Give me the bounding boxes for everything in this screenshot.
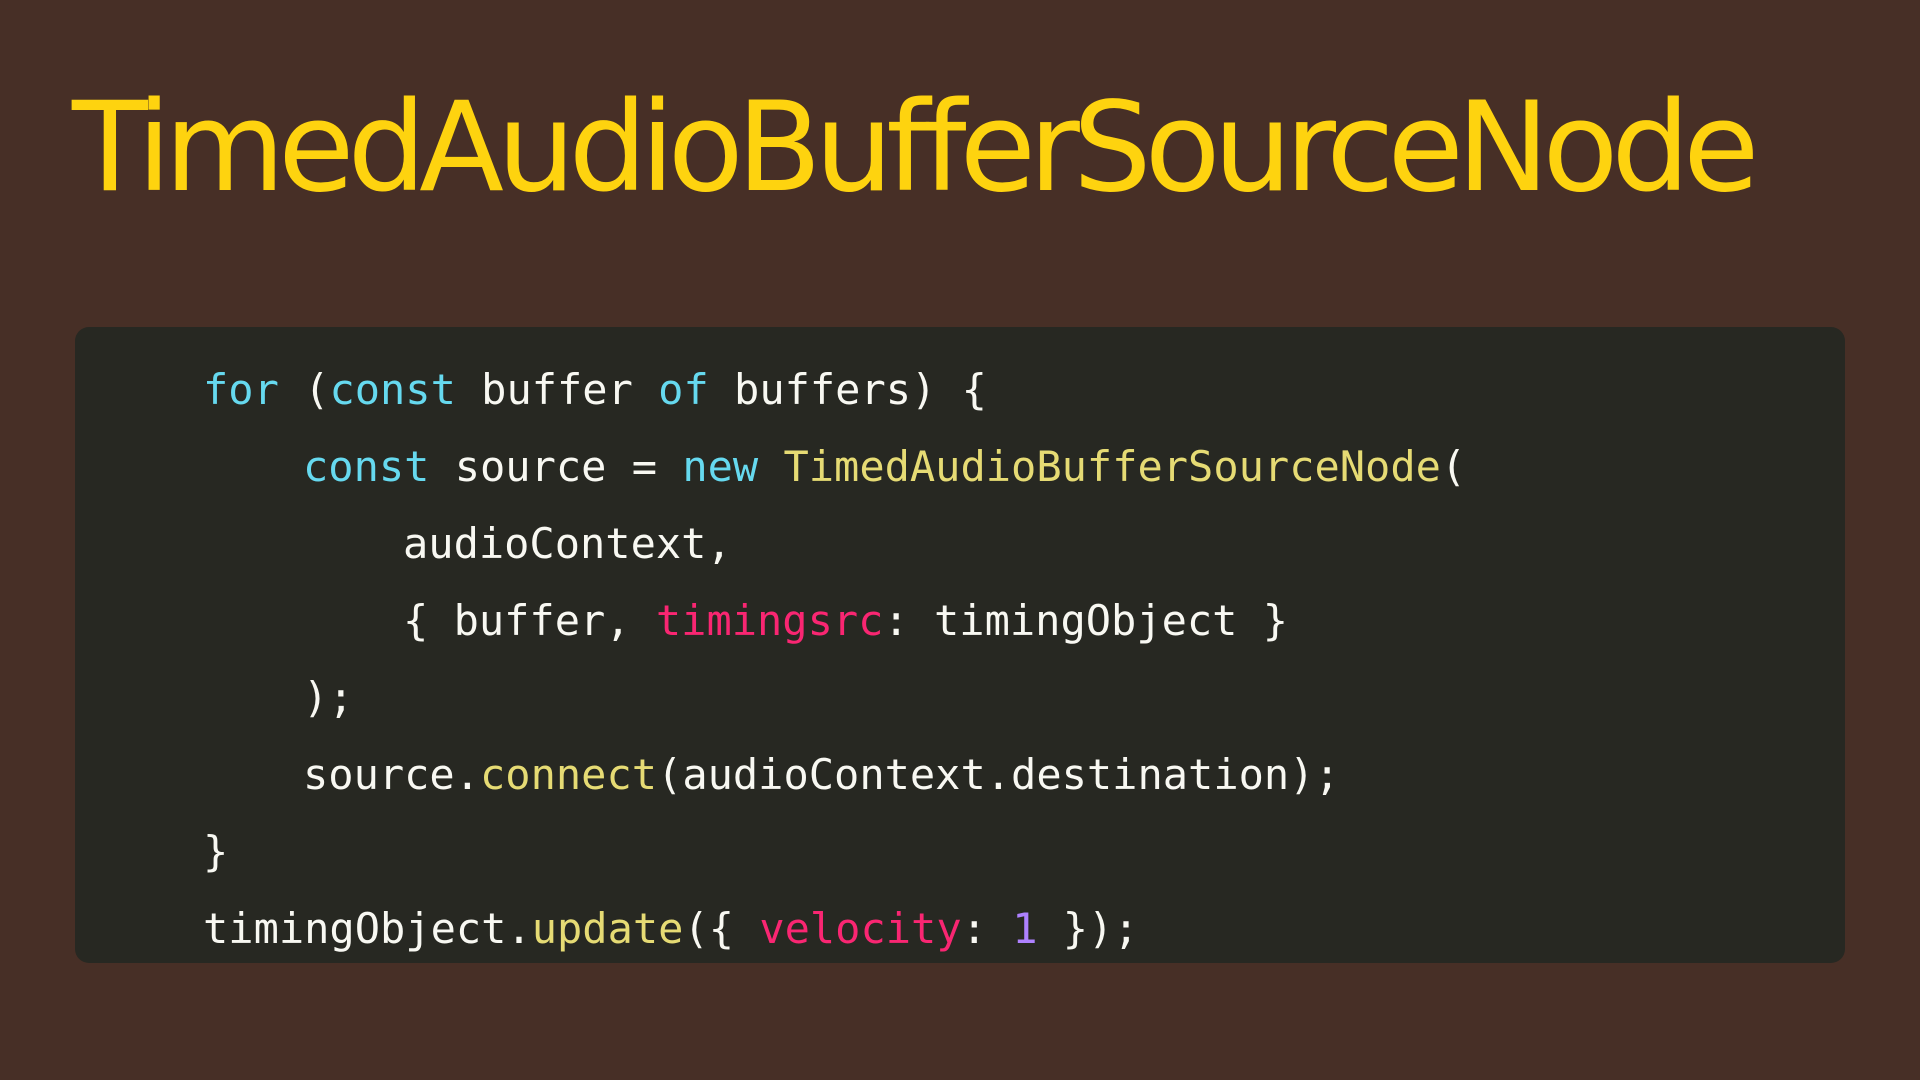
code-text: buffer: [455, 365, 659, 414]
keyword-const: const: [303, 442, 430, 491]
code-line-2: const source = new TimedAudioBufferSourc…: [203, 428, 1845, 505]
number-literal: 1: [1012, 904, 1038, 953]
code-line-7: }: [203, 813, 1845, 890]
code-text: : timingObject }: [883, 596, 1289, 645]
method-update: update: [531, 904, 684, 953]
code-line-8: timingObject.update({ velocity: 1 });: [203, 890, 1845, 967]
code-block: for (const buffer of buffers) { const so…: [75, 327, 1845, 963]
code-text: (audioContext.destination);: [657, 750, 1340, 799]
code-text: :: [961, 904, 1013, 953]
code-line-6: source.connect(audioContext.destination)…: [203, 736, 1845, 813]
property-timingsrc: timingsrc: [655, 596, 884, 645]
code-text: { buffer,: [403, 596, 656, 645]
keyword-of: of: [658, 365, 709, 414]
code-line-4: { buffer, timingsrc: timingObject }: [203, 582, 1845, 659]
slide-title: TimedAudioBufferSourceNode: [72, 76, 1759, 220]
method-connect: connect: [480, 750, 658, 799]
code-text: );: [303, 673, 354, 722]
class-name: TimedAudioBufferSourceNode: [783, 442, 1441, 491]
keyword-new: new: [682, 442, 759, 491]
property-velocity: velocity: [759, 904, 962, 953]
code-line-1: for (const buffer of buffers) {: [203, 351, 1845, 428]
code-line-3: audioContext,: [203, 505, 1845, 582]
code-line-5: );: [203, 659, 1845, 736]
code-text: });: [1037, 904, 1139, 953]
keyword-for: for: [203, 365, 279, 414]
code-text: (: [1440, 442, 1467, 491]
code-text: ({: [683, 904, 760, 953]
code-text: source =: [429, 442, 683, 491]
code-text: timingObject.: [203, 904, 532, 953]
code-text: }: [203, 827, 229, 876]
code-text: (: [278, 365, 330, 414]
code-text: buffers) {: [708, 365, 987, 414]
keyword-const: const: [329, 365, 456, 414]
code-text: audioContext,: [403, 519, 732, 568]
code-text: source.: [303, 750, 481, 799]
